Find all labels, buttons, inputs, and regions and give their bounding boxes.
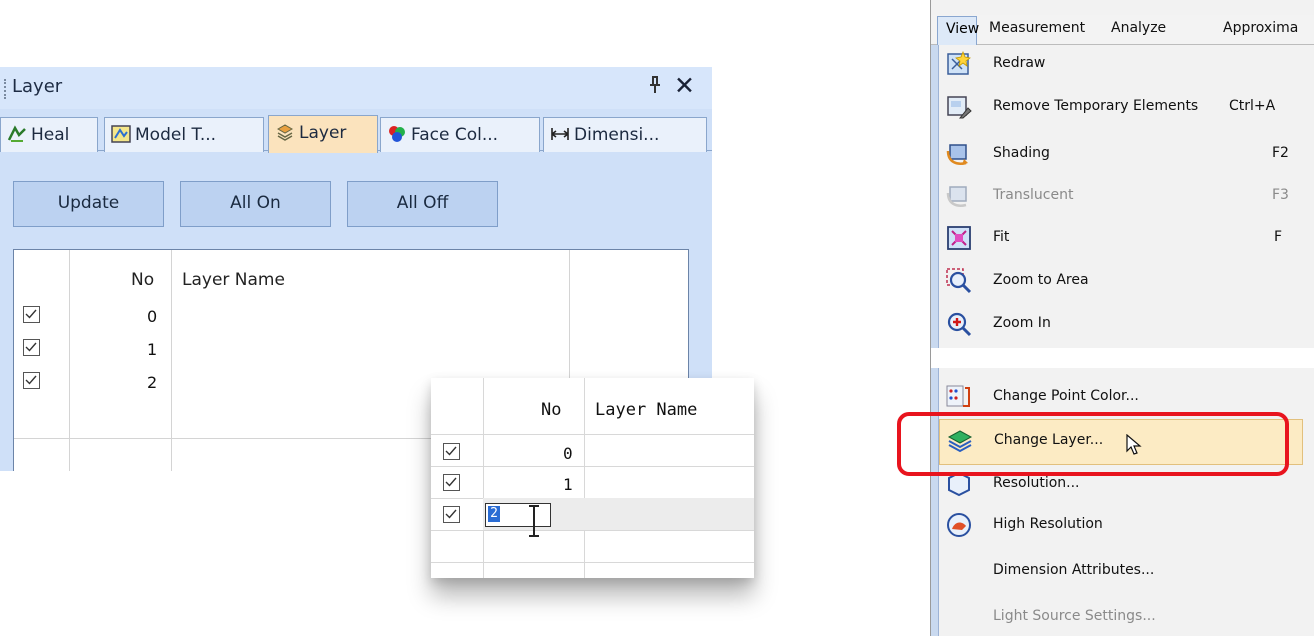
menu-item-label: Redraw bbox=[993, 55, 1046, 71]
selected-text: 2 bbox=[488, 506, 500, 522]
layer-icon bbox=[276, 124, 294, 141]
menu-item-high-resolution[interactable]: High Resolution bbox=[939, 504, 1314, 546]
tab-model-tree[interactable]: Model T... bbox=[104, 117, 264, 152]
menu-item-label: Zoom In bbox=[993, 315, 1051, 331]
menu-item-label: Fit bbox=[993, 229, 1010, 245]
menu-item-zoom-to-area[interactable]: Zoom to Area bbox=[939, 260, 1314, 302]
menu-item-label: Light Source Settings... bbox=[993, 608, 1156, 624]
layer-checkbox[interactable] bbox=[23, 372, 40, 389]
menu-item-light-source-settings: Light Source Settings... bbox=[939, 596, 1314, 638]
menu-measurement[interactable]: Measurement bbox=[989, 20, 1085, 36]
dimension-icon bbox=[551, 128, 569, 140]
shortcut-label: Ctrl+A bbox=[1229, 98, 1276, 114]
zoomed-grid-popup: No Layer Name 0 1 2 bbox=[431, 378, 754, 578]
menu-item-redraw[interactable]: Redraw bbox=[939, 43, 1314, 85]
shading-icon bbox=[946, 144, 968, 165]
shortcut-label: F bbox=[1274, 229, 1283, 245]
zoom-in-icon bbox=[947, 312, 972, 337]
menu-item-shading[interactable]: Shading F2 bbox=[939, 133, 1314, 175]
tab-label: Layer bbox=[299, 123, 347, 143]
menu-item-label: Zoom to Area bbox=[993, 272, 1089, 288]
layer-checkbox[interactable] bbox=[23, 339, 40, 356]
panel-title: Layer bbox=[12, 76, 63, 97]
shortcut-label: F2 bbox=[1272, 145, 1289, 161]
menu-item-label: Remove Temporary Elements bbox=[993, 98, 1199, 114]
menu-item-label: Translucent bbox=[993, 187, 1074, 203]
face-color-icon bbox=[389, 126, 405, 142]
menu-view[interactable]: View bbox=[937, 16, 979, 45]
layer-checkbox[interactable] bbox=[443, 443, 460, 460]
layer-number: 0 bbox=[147, 307, 158, 326]
tab-label: Heal bbox=[31, 125, 70, 145]
menu-item-translucent: Translucent F3 bbox=[939, 175, 1314, 217]
column-header-layer-name[interactable]: Layer Name bbox=[182, 270, 285, 290]
pin-icon[interactable] bbox=[648, 76, 662, 99]
tab-label: Face Col... bbox=[411, 125, 499, 145]
redraw-icon bbox=[947, 51, 971, 75]
zoom-area-icon bbox=[946, 268, 972, 294]
layer-number: 0 bbox=[563, 444, 573, 463]
red-callout-outline bbox=[897, 412, 1289, 476]
menu-item-label: Resolution... bbox=[993, 475, 1080, 491]
layer-checkbox[interactable] bbox=[23, 306, 40, 323]
high-resolution-icon bbox=[947, 513, 971, 537]
menu-icon-gutter bbox=[931, 45, 939, 636]
model-tree-icon bbox=[111, 125, 131, 143]
menu-item-fit[interactable]: Fit F bbox=[939, 217, 1314, 259]
layer-number: 1 bbox=[147, 340, 158, 359]
column-header-no[interactable]: No bbox=[131, 270, 154, 290]
text-cursor-icon bbox=[527, 504, 541, 542]
layer-number: 2 bbox=[147, 373, 158, 392]
menu-item-dimension-attributes[interactable]: Dimension Attributes... bbox=[939, 550, 1314, 592]
menu-analyze[interactable]: Analyze bbox=[1111, 20, 1166, 36]
all-on-button[interactable]: All On bbox=[180, 181, 331, 227]
heal-icon bbox=[7, 125, 26, 142]
menu-item-label: Shading bbox=[993, 145, 1050, 161]
all-off-button[interactable]: All Off bbox=[347, 181, 498, 227]
tab-layer[interactable]: Layer bbox=[268, 115, 378, 153]
menu-item-label: High Resolution bbox=[993, 516, 1103, 532]
menu-item-label: Dimension Attributes... bbox=[993, 562, 1155, 578]
menu-item-zoom-in[interactable]: Zoom In bbox=[939, 303, 1314, 345]
translucent-icon bbox=[946, 186, 967, 207]
tab-face-color[interactable]: Face Col... bbox=[380, 117, 540, 152]
view-menu-dropdown: View Measurement Analyze Approxima Redra… bbox=[930, 0, 1314, 636]
layer-checkbox[interactable] bbox=[443, 506, 460, 523]
layer-checkbox[interactable] bbox=[443, 474, 460, 491]
column-header-layer-name[interactable]: Layer Name bbox=[595, 400, 697, 420]
panel-title-bar: Layer ✕ bbox=[0, 67, 712, 109]
close-icon[interactable]: ✕ bbox=[674, 71, 695, 100]
menu-bar: View Measurement Analyze Approxima bbox=[931, 15, 1314, 45]
layer-number: 1 bbox=[563, 475, 573, 494]
column-header-no[interactable]: No bbox=[541, 400, 561, 420]
drag-grip[interactable] bbox=[4, 79, 6, 99]
shortcut-label: F3 bbox=[1272, 187, 1289, 203]
tab-heal[interactable]: Heal bbox=[0, 117, 98, 152]
fit-icon bbox=[947, 226, 971, 250]
remove-temp-icon bbox=[947, 96, 972, 119]
update-button[interactable]: Update bbox=[13, 181, 164, 227]
menu-cut-gap bbox=[931, 348, 1314, 368]
menu-item-label: Change Point Color... bbox=[993, 388, 1139, 404]
tab-dimension[interactable]: Dimensi... bbox=[543, 117, 707, 152]
menu-approximate[interactable]: Approxima bbox=[1223, 20, 1298, 36]
point-color-icon bbox=[946, 385, 970, 407]
tab-label: Model T... bbox=[135, 125, 217, 145]
menu-item-remove-temporary-elements[interactable]: Remove Temporary Elements Ctrl+A bbox=[939, 86, 1314, 128]
tab-label: Dimensi... bbox=[574, 125, 660, 145]
tab-bar: Heal Model T... Layer Face Col... Dimens… bbox=[0, 113, 712, 153]
